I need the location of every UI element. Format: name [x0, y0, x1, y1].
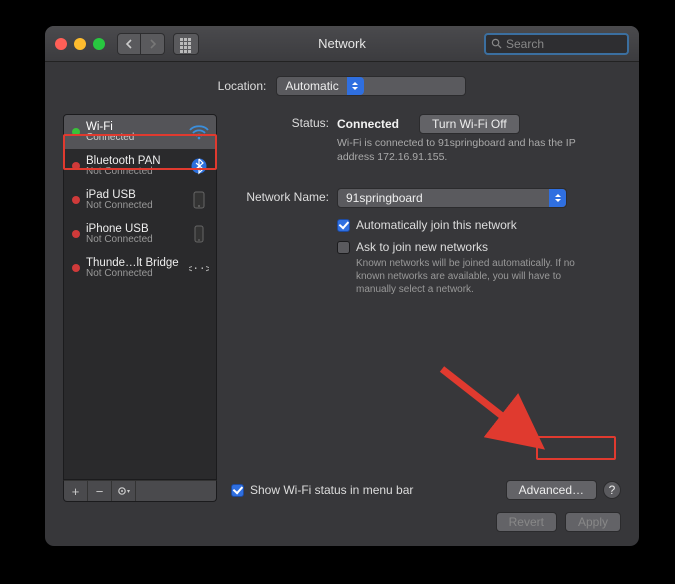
- location-value: Automatic: [285, 79, 338, 93]
- apply-button[interactable]: Apply: [565, 512, 621, 532]
- show-status-checkbox[interactable]: [231, 484, 244, 497]
- sidebar-item-iphone-usb[interactable]: iPhone USB Not Connected: [64, 217, 216, 251]
- network-name-select[interactable]: 91springboard: [337, 188, 567, 208]
- sidebar-item-bluetooth-pan[interactable]: Bluetooth PAN Not Connected: [64, 149, 216, 183]
- sidebar-item-status: Not Connected: [86, 268, 182, 279]
- sidebar-item-status: Not Connected: [86, 200, 182, 211]
- network-name-value: 91springboard: [346, 191, 423, 205]
- ask-join-row: Ask to join new networks Known networks …: [337, 240, 621, 296]
- sidebar-item-status: Not Connected: [86, 166, 182, 177]
- search-placeholder: Search: [506, 37, 544, 51]
- titlebar: Network Search: [45, 26, 639, 62]
- advanced-button[interactable]: Advanced…: [506, 480, 597, 500]
- remove-service-button[interactable]: −: [88, 481, 112, 501]
- status-dot-icon: [72, 196, 80, 204]
- detail-panel: Status: Connected Turn Wi-Fi Off Wi-Fi i…: [231, 114, 621, 502]
- detail-bottom-row: Show Wi-Fi status in menu bar Advanced… …: [231, 474, 621, 502]
- forward-button[interactable]: [141, 33, 165, 55]
- content: Wi-Fi Connected Bluetooth PAN Not Connec…: [45, 110, 639, 502]
- sidebar: Wi-Fi Connected Bluetooth PAN Not Connec…: [63, 114, 217, 502]
- revert-button[interactable]: Revert: [496, 512, 557, 532]
- location-label: Location:: [218, 79, 267, 93]
- status-dot-icon: [72, 162, 80, 170]
- sidebar-item-status: Connected: [86, 132, 182, 143]
- location-select[interactable]: Automatic: [276, 76, 466, 96]
- show-all-button[interactable]: [173, 33, 199, 55]
- network-name-row: Network Name: 91springboard Automaticall…: [231, 188, 621, 304]
- service-actions-button[interactable]: [112, 481, 136, 501]
- sidebar-item-label: Thunde…lt Bridge: [86, 257, 182, 269]
- turn-wifi-off-button[interactable]: Turn Wi-Fi Off: [419, 114, 520, 134]
- ask-join-checkbox[interactable]: [337, 241, 350, 254]
- status-desc: Wi-Fi is connected to 91springboard and …: [337, 137, 581, 164]
- status-dot-icon: [72, 230, 80, 238]
- status-dot-icon: [72, 128, 80, 136]
- network-prefs-window: Network Search Location: Automatic Wi-Fi…: [45, 26, 639, 546]
- help-button[interactable]: ?: [603, 481, 621, 499]
- sidebar-item-ipad-usb[interactable]: iPad USB Not Connected: [64, 183, 216, 217]
- sidebar-item-status: Not Connected: [86, 234, 182, 245]
- show-status-label: Show Wi-Fi status in menu bar: [250, 483, 413, 497]
- search-icon: [491, 38, 502, 49]
- footer: Revert Apply: [45, 502, 639, 546]
- bluetooth-icon: [188, 155, 210, 177]
- service-list[interactable]: Wi-Fi Connected Bluetooth PAN Not Connec…: [63, 114, 217, 480]
- device-icon: [188, 189, 210, 211]
- status-label: Status:: [231, 114, 337, 164]
- sidebar-item-thunderbolt-bridge[interactable]: Thunde…lt Bridge Not Connected <··>: [64, 251, 216, 285]
- chevron-updown-icon: [347, 77, 364, 95]
- ask-join-label: Ask to join new networks: [356, 240, 586, 254]
- network-name-label: Network Name:: [231, 188, 337, 304]
- gear-icon: [117, 485, 131, 497]
- thunderbolt-icon: <··>: [188, 257, 210, 279]
- status-dot-icon: [72, 264, 80, 272]
- status-value: Connected: [337, 117, 399, 131]
- search-input[interactable]: Search: [484, 33, 629, 55]
- ask-join-desc: Known networks will be joined automatica…: [356, 257, 586, 296]
- location-row: Location: Automatic: [45, 62, 639, 110]
- device-icon: [188, 223, 210, 245]
- maximize-icon[interactable]: [93, 38, 105, 50]
- auto-join-checkbox[interactable]: [337, 219, 350, 232]
- wifi-icon: [188, 121, 210, 143]
- back-button[interactable]: [117, 33, 141, 55]
- sidebar-toolbar: + −: [63, 480, 217, 502]
- svg-text:<··>: <··>: [189, 262, 209, 275]
- auto-join-row: Automatically join this network: [337, 218, 621, 232]
- close-icon[interactable]: [55, 38, 67, 50]
- add-service-button[interactable]: +: [64, 481, 88, 501]
- chevron-updown-icon: [549, 189, 566, 207]
- status-row: Status: Connected Turn Wi-Fi Off Wi-Fi i…: [231, 114, 621, 164]
- grid-icon: [180, 38, 192, 50]
- nav-buttons: [117, 33, 165, 55]
- auto-join-label: Automatically join this network: [356, 218, 517, 232]
- minimize-icon[interactable]: [74, 38, 86, 50]
- traffic-lights: [55, 38, 105, 50]
- sidebar-item-wifi[interactable]: Wi-Fi Connected: [64, 115, 216, 149]
